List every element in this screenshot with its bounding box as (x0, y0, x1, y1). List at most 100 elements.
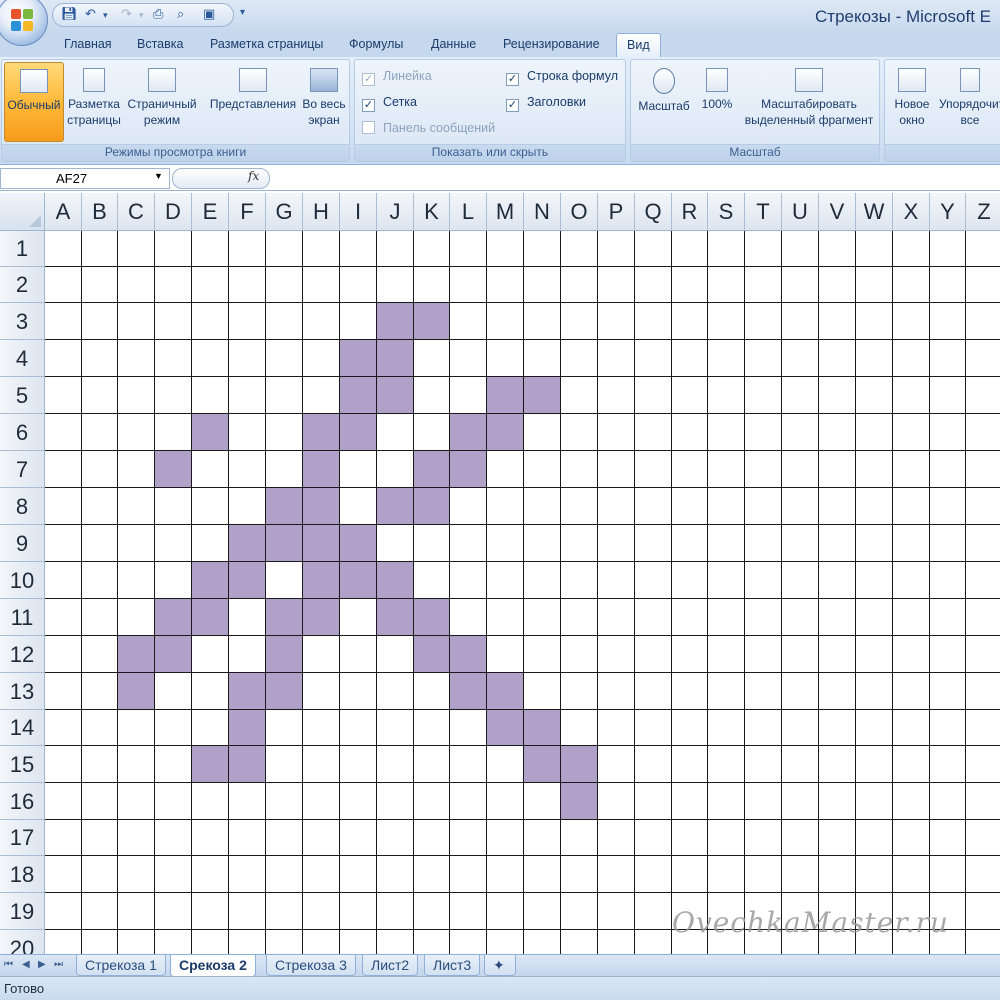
cell[interactable] (229, 414, 266, 451)
cell[interactable] (745, 636, 782, 673)
cell[interactable] (635, 525, 672, 562)
cell[interactable] (819, 488, 856, 525)
cell[interactable] (893, 451, 930, 488)
cell[interactable] (524, 599, 561, 636)
column-header-q[interactable]: Q (635, 193, 672, 231)
cell[interactable] (45, 303, 82, 340)
cell[interactable] (782, 562, 819, 599)
filled-cell[interactable] (561, 746, 598, 783)
filled-cell[interactable] (303, 414, 340, 451)
cell[interactable] (524, 525, 561, 562)
row-header-19[interactable]: 19 (0, 893, 45, 930)
cell[interactable] (155, 783, 192, 820)
redo-icon[interactable]: ↷ (121, 7, 132, 22)
cell[interactable] (635, 820, 672, 856)
row-header-5[interactable]: 5 (0, 377, 45, 414)
filled-cell[interactable] (340, 377, 377, 414)
cell[interactable] (966, 340, 1000, 377)
filled-cell[interactable] (340, 562, 377, 599)
formula-bar-checkbox[interactable]: ✓ Строка формул (506, 69, 618, 86)
cell[interactable] (856, 599, 893, 636)
cell[interactable] (856, 710, 893, 746)
cell[interactable] (930, 231, 966, 267)
sheet-tab-5[interactable]: Лист3 (424, 955, 481, 976)
cell[interactable] (450, 267, 487, 303)
row-header-14[interactable]: 14 (0, 710, 45, 746)
cell[interactable] (82, 525, 118, 562)
cell[interactable] (450, 340, 487, 377)
cell[interactable] (598, 267, 635, 303)
cell[interactable] (155, 267, 192, 303)
cell[interactable] (266, 856, 303, 893)
cell[interactable] (524, 783, 561, 820)
cell[interactable] (782, 673, 819, 710)
cell[interactable] (377, 820, 414, 856)
cell[interactable] (303, 303, 340, 340)
cell[interactable] (118, 856, 155, 893)
row-header-4[interactable]: 4 (0, 340, 45, 377)
cell[interactable] (524, 488, 561, 525)
cell[interactable] (155, 820, 192, 856)
cell[interactable] (819, 599, 856, 636)
filled-cell[interactable] (414, 636, 450, 673)
cell[interactable] (118, 562, 155, 599)
cell[interactable] (561, 562, 598, 599)
row-header-8[interactable]: 8 (0, 488, 45, 525)
cell[interactable] (487, 340, 524, 377)
cell[interactable] (856, 340, 893, 377)
cell[interactable] (155, 231, 192, 267)
cell[interactable] (82, 340, 118, 377)
cell[interactable] (893, 856, 930, 893)
cell[interactable] (524, 636, 561, 673)
cell[interactable] (708, 377, 745, 414)
column-header-u[interactable]: U (782, 193, 819, 231)
cell[interactable] (635, 599, 672, 636)
cell[interactable] (856, 451, 893, 488)
cell[interactable] (856, 820, 893, 856)
cell[interactable] (229, 856, 266, 893)
cell[interactable] (893, 303, 930, 340)
cell[interactable] (414, 562, 450, 599)
cell[interactable] (82, 451, 118, 488)
cell[interactable] (229, 303, 266, 340)
filled-cell[interactable] (303, 488, 340, 525)
cell[interactable] (745, 231, 782, 267)
filled-cell[interactable] (266, 525, 303, 562)
cell[interactable] (598, 783, 635, 820)
cell[interactable] (598, 488, 635, 525)
cell[interactable] (561, 930, 598, 954)
cell[interactable] (672, 303, 708, 340)
cell[interactable] (635, 930, 672, 954)
cell[interactable] (708, 746, 745, 783)
cell[interactable] (893, 488, 930, 525)
normal-view-button[interactable]: Обычный (4, 62, 64, 142)
cell[interactable] (819, 783, 856, 820)
cell[interactable] (524, 562, 561, 599)
cell[interactable] (487, 303, 524, 340)
cell[interactable] (450, 562, 487, 599)
cell[interactable] (414, 746, 450, 783)
cell[interactable] (635, 303, 672, 340)
filled-cell[interactable] (487, 673, 524, 710)
cell[interactable] (966, 856, 1000, 893)
column-header-g[interactable]: G (266, 193, 303, 231)
customize-qat-icon[interactable]: ▾ (240, 7, 245, 18)
cell[interactable] (487, 820, 524, 856)
tab-data[interactable]: Данные (431, 37, 476, 51)
cell[interactable] (930, 525, 966, 562)
cell[interactable] (635, 673, 672, 710)
column-header-x[interactable]: X (893, 193, 930, 231)
name-box-dropdown-icon[interactable]: ▼ (154, 171, 163, 181)
cell[interactable] (708, 414, 745, 451)
cell[interactable] (45, 710, 82, 746)
cell[interactable] (893, 562, 930, 599)
cell[interactable] (45, 231, 82, 267)
cell[interactable] (155, 893, 192, 930)
filled-cell[interactable] (229, 562, 266, 599)
filled-cell[interactable] (155, 451, 192, 488)
cell[interactable] (377, 893, 414, 930)
row-header-6[interactable]: 6 (0, 414, 45, 451)
row-header-7[interactable]: 7 (0, 451, 45, 488)
cell[interactable] (930, 377, 966, 414)
cell[interactable] (450, 525, 487, 562)
